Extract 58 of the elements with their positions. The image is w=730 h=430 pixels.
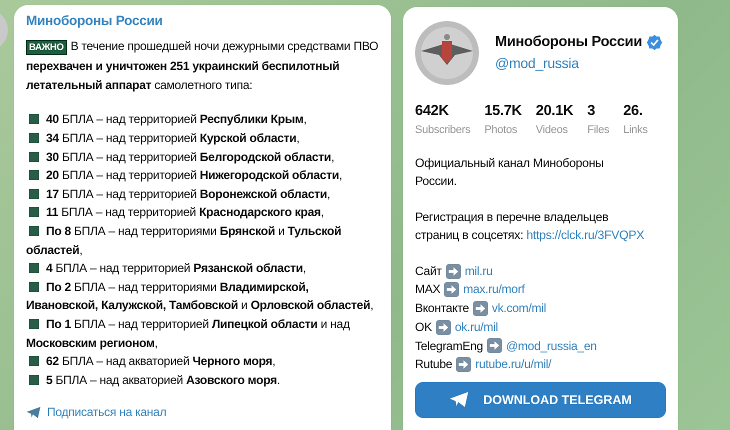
bullet-icon <box>29 226 39 236</box>
stat-label: Videos <box>536 122 569 138</box>
bullet-icon <box>29 114 39 124</box>
stat-label: Photos <box>484 122 518 138</box>
stat-label: Subscribers <box>415 122 470 138</box>
list-item: 20 БПЛА – над территорией Нижегородской области, <box>26 166 381 185</box>
bullet-icon <box>29 282 39 292</box>
author-name[interactable]: Минобороны России <box>26 12 381 31</box>
stat-value: 642K <box>415 102 450 121</box>
channel-name: Минобороны России <box>495 32 642 52</box>
link-label: Сайт <box>415 262 442 280</box>
link-label: OK <box>415 318 432 336</box>
important-badge: ВАЖНО <box>26 40 67 55</box>
channel-link[interactable]: @mod_russia_en <box>506 336 597 356</box>
send-icon <box>449 391 470 408</box>
bullet-icon <box>29 207 39 218</box>
bullet-icon <box>29 188 39 199</box>
registration-link[interactable]: https://clck.ru/3FVQPX <box>526 228 644 242</box>
list-item: По 8 БПЛА – над территориями Брянской и Тульской областей, <box>26 222 342 259</box>
channel-link[interactable]: mil.ru <box>464 262 493 280</box>
channel-description: Официальный канал Минобороны России. <box>415 154 605 190</box>
stat-label: Files <box>587 122 610 138</box>
stat-value: 15.7K <box>484 102 522 121</box>
channel-link[interactable]: ok.ru/mil <box>454 318 498 337</box>
bullet-icon <box>29 132 39 143</box>
bullet-icon <box>29 263 39 274</box>
channel-link[interactable]: max.ru/morf <box>463 280 525 300</box>
link-label: Вконтакте <box>415 300 469 318</box>
bullet-icon <box>29 152 39 162</box>
link-label: MAX <box>415 281 440 298</box>
link-label: Rutube <box>415 356 452 374</box>
subscribe-link[interactable]: Подписаться на канал <box>26 403 381 422</box>
registration-text: Регистрация в перечне владельцев страниц в соцсетях: https://clck.ru/3FVQPX <box>415 208 646 244</box>
bullet-icon <box>29 170 39 180</box>
message-text: ВАЖНО В течение прошедшей ночи дежурными средствами ПВО перехвачен и уничтожен 251 украинский беспилотный летательный аппарат самолетного типа: <box>26 38 380 94</box>
bullet-icon <box>29 374 39 385</box>
link-label: TelegramEng <box>415 338 483 355</box>
list-item: 34 БПЛА – над территорией Курской области, <box>26 128 381 148</box>
list-item: По 1 БПЛА – над территорией Липецкой области и над Московским регионом, <box>26 316 351 352</box>
list-item: 4 БПЛА – над территорией Рязанской области, <box>26 259 381 278</box>
channel-link[interactable]: rutube.ru/u/mil/ <box>475 355 552 374</box>
channel-link[interactable]: vk.com/mil <box>492 299 546 318</box>
channel-handle[interactable]: @mod_russia <box>495 53 579 74</box>
bullet-icon <box>29 318 39 329</box>
list-item: 5 БПЛА – над акваторией Азовского моря. <box>26 370 381 390</box>
send-icon <box>26 406 41 420</box>
bullet-icon <box>29 356 39 366</box>
download-button[interactable]: DOWNLOAD TELEGRAM <box>415 382 666 418</box>
list-item: 11 БПЛА – над территорией Краснодарского края, <box>26 203 381 222</box>
stat-label: Links <box>623 122 648 138</box>
right-arrow-icon <box>472 301 488 316</box>
list-item: 17 БПЛА – над территорией Воронежской области, <box>26 184 381 204</box>
list-item: 62 БПЛА – над акваторией Черного моря, <box>26 352 381 371</box>
stat-value: 20.1K <box>536 102 574 121</box>
stat-value: 26. <box>623 102 644 121</box>
stat-value: 3 <box>587 102 596 121</box>
list-item: 40 БПЛА – над территорией Республики Крым, <box>26 110 381 129</box>
list-item: 30 БПЛА – над территорией Белгородской области, <box>26 148 381 166</box>
